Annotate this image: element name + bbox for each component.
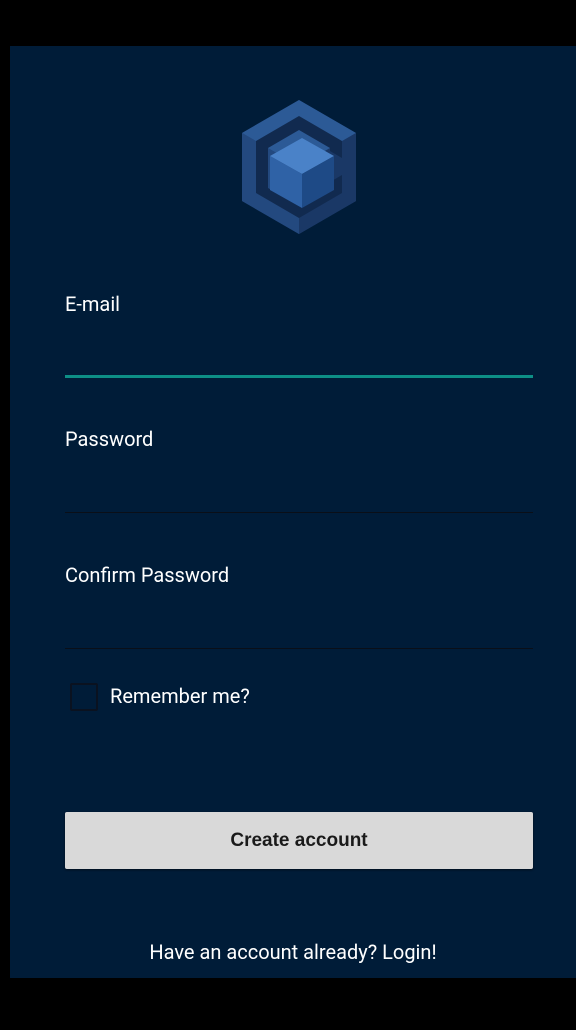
navigation-bar: [0, 978, 576, 1030]
cube-logo-icon: [242, 100, 356, 234]
confirm-password-label: Confirm Password: [65, 563, 230, 587]
confirm-password-field: Confirm Password: [65, 563, 533, 653]
email-input[interactable]: [65, 322, 533, 362]
status-bar: [0, 0, 576, 46]
password-input[interactable]: [65, 457, 533, 497]
password-label: Password: [65, 427, 154, 451]
password-field: Password: [65, 427, 533, 517]
create-account-button[interactable]: Create account: [65, 812, 533, 869]
remember-me-label[interactable]: Remember me?: [110, 684, 250, 708]
remember-me-row[interactable]: Remember me?: [70, 680, 330, 714]
confirm-password-underline: [65, 648, 533, 649]
confirm-password-input[interactable]: [65, 593, 533, 633]
password-underline: [65, 512, 533, 513]
email-underline: [65, 375, 533, 378]
register-screen: E-mail Password Confirm Password Remembe…: [10, 46, 576, 978]
email-field: E-mail: [65, 292, 533, 382]
email-label: E-mail: [65, 292, 121, 316]
login-link[interactable]: Have an account already? Login!: [10, 940, 576, 964]
remember-me-checkbox[interactable]: [70, 683, 98, 711]
